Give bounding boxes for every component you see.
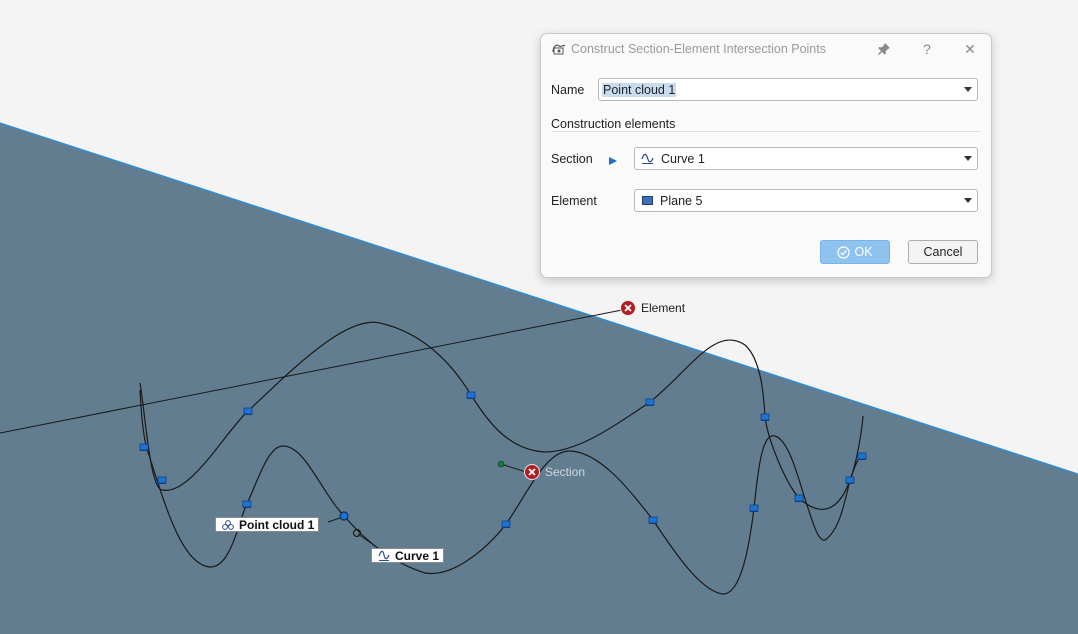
intersection-point[interactable] (501, 520, 511, 528)
check-circle-icon (837, 245, 851, 259)
curve-tag-text: Curve 1 (395, 548, 440, 563)
plane-icon (642, 196, 653, 205)
remove-icon[interactable] (524, 464, 540, 480)
pin-icon[interactable] (875, 40, 893, 58)
point-cloud-tag[interactable]: Point cloud 1 (215, 517, 320, 532)
chevron-down-icon[interactable] (964, 156, 972, 161)
name-label: Name (551, 83, 585, 97)
section-field-label: Section (551, 152, 593, 166)
ok-button[interactable]: OK (820, 240, 890, 264)
intersection-point[interactable] (648, 516, 658, 524)
intersection-point[interactable] (339, 511, 349, 521)
element-value: Plane 5 (660, 193, 703, 208)
construct-dialog[interactable]: Construct Section-Element Intersection P… (540, 33, 992, 278)
intersection-point[interactable] (466, 391, 476, 399)
curve-icon (378, 550, 390, 562)
section-value: Curve 1 (661, 151, 705, 166)
intersection-point[interactable] (243, 407, 253, 415)
element-combobox[interactable]: Plane 5 (634, 189, 978, 212)
intersection-point[interactable] (749, 504, 759, 512)
name-combobox[interactable]: Point cloud 1 (598, 78, 978, 101)
point-cloud-tag-text: Point cloud 1 (239, 517, 315, 532)
construction-elements-heading: Construction elements (551, 117, 676, 131)
section-combobox[interactable]: Curve 1 (634, 147, 978, 170)
dialog-title: Construct Section-Element Intersection P… (571, 42, 826, 56)
chevron-down-icon[interactable] (964, 198, 972, 203)
group-divider (551, 131, 981, 132)
intersection-point[interactable] (157, 476, 167, 484)
intersection-point[interactable] (645, 398, 655, 406)
point-cloud-icon (222, 519, 234, 531)
close-icon[interactable]: ✕ (961, 40, 979, 58)
section-intersection-icon (551, 42, 567, 56)
section-pick-point (497, 460, 505, 468)
help-icon[interactable]: ? (918, 40, 936, 58)
active-selection-arrow-icon (608, 153, 618, 171)
remove-icon[interactable] (620, 300, 636, 316)
intersection-point[interactable] (139, 443, 149, 451)
intersection-point[interactable] (794, 494, 804, 502)
name-value: Point cloud 1 (602, 82, 677, 97)
intersection-point[interactable] (857, 452, 867, 460)
ok-label: OK (854, 245, 873, 259)
section-label[interactable]: Section (524, 464, 585, 480)
cancel-button[interactable]: Cancel (908, 240, 978, 264)
section-label-text: Section (545, 465, 586, 479)
curve-tag[interactable]: Curve 1 (371, 548, 445, 563)
intersection-point[interactable] (760, 413, 770, 421)
intersection-point[interactable] (242, 500, 252, 508)
element-label-text: Element (641, 301, 686, 315)
intersection-point[interactable] (845, 476, 855, 484)
element-field-label: Element (551, 194, 597, 208)
curve-icon (641, 153, 654, 165)
chevron-down-icon[interactable] (964, 87, 972, 92)
element-label[interactable]: Element (620, 300, 685, 316)
